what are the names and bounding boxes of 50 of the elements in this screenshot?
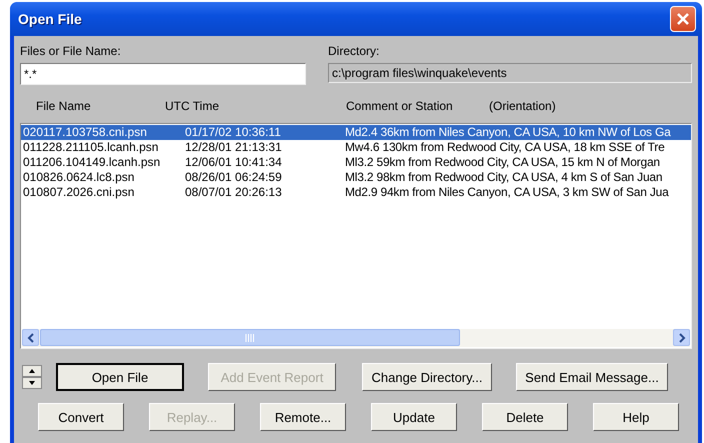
file-name-cell-text: 020117.103758.cni.psn	[22, 125, 148, 140]
dialog-button[interactable]: Remote...	[260, 403, 346, 431]
file-name-cell-text: 011228.211105.lcanh.psn	[22, 140, 160, 155]
scroll-left-button[interactable]	[22, 329, 39, 346]
field-label: Directory:	[328, 44, 380, 58]
file-row[interactable]: 010807.2026.cni.psn 08/07/01 20:26:13 Md2.9 94km from Niles Canyon, CA USA, 3 km SW of San Jua	[21, 185, 691, 200]
time-cell-text: 08/07/01 20:26:13	[185, 185, 283, 200]
chevron-right-icon	[678, 332, 686, 342]
file-name-cell-text: 010807.2026.cni.psn	[22, 185, 136, 200]
dialog-button[interactable]: Delete	[482, 403, 568, 431]
dialog-button[interactable]: Change Directory...	[362, 363, 492, 391]
down-triangle-icon	[29, 381, 35, 385]
comment-cell: Md2.4 36km from Niles Canyon, CA USA, 10 km NW of Los Ga	[345, 125, 671, 140]
dialog-button[interactable]: Convert	[38, 403, 124, 431]
scroll-thumb[interactable]	[40, 329, 460, 346]
comment-cell: Md2.9 94km from Niles Canyon, CA USA, 3 km SW of San Jua	[345, 185, 669, 200]
field-label: Files or File Name:	[20, 44, 122, 58]
time-cell-text: 12/28/01 21:13:31	[185, 140, 283, 155]
dialog-button[interactable]: Update	[371, 403, 457, 431]
dialog-button[interactable]: Help	[593, 403, 679, 431]
comment-cell: Ml3.2 59km from Redwood City, CA USA, 15 km N of Morgan	[345, 155, 660, 170]
column-header: UTC Time	[165, 99, 219, 113]
directory-field: c:\program files\winquake\events	[328, 63, 692, 83]
file-name-cell-text: 010826.0624.lc8.psn	[22, 170, 136, 185]
column-header: (Orientation)	[489, 99, 556, 113]
file-row[interactable]: 020117.103758.cni.psn 01/17/02 10:36:11 Md2.4 36km from Niles Canyon, CA USA, 10 km NW of Los Ga	[21, 125, 691, 140]
column-header: File Name	[36, 99, 91, 113]
up-triangle-icon	[29, 369, 35, 373]
horizontal-scrollbar[interactable]	[22, 329, 690, 347]
spin-up-button[interactable]	[22, 365, 42, 377]
chevron-left-icon	[26, 332, 34, 342]
window-title: Open File	[18, 11, 82, 27]
file-row[interactable]: 011206.104149.lcanh.psn 12/06/01 10:41:34 Ml3.2 59km from Redwood City, CA USA, 15 km N of Morgan	[21, 155, 691, 170]
comment-cell: Ml3.2 98km from Redwood City, CA USA, 4 km S of San Juan	[345, 170, 662, 185]
file-row[interactable]: 011228.211105.lcanh.psn 12/28/01 21:13:31 Mw4.6 130km from Redwood City, CA USA, 18 km SSE of Tre	[21, 140, 691, 155]
scroll-right-button[interactable]	[673, 329, 690, 346]
spin-down-button[interactable]	[22, 377, 42, 389]
dialog-button[interactable]: Send Email Message...	[516, 363, 668, 391]
comment-cell: Mw4.6 130km from Redwood City, CA USA, 18 km SSE of Tre	[345, 140, 665, 155]
grip-icon	[245, 334, 255, 342]
dialog-button[interactable]: Open File	[56, 363, 184, 391]
time-cell-text: 08/26/01 06:24:59	[185, 170, 283, 185]
file-row[interactable]: 010826.0624.lc8.psn 08/26/01 06:24:59 Ml3.2 98km from Redwood City, CA USA, 4 km S of San Juan	[21, 170, 691, 185]
close-button[interactable]	[670, 6, 696, 32]
column-header: Comment or Station	[346, 99, 453, 113]
time-cell-text: 01/17/02 10:36:11	[185, 125, 282, 140]
file-name-cell-text: 011206.104149.lcanh.psn	[22, 155, 162, 170]
close-icon	[676, 12, 690, 26]
file-name-field[interactable]: *.*	[20, 63, 306, 85]
time-cell-text: 12/06/01 10:41:34	[185, 155, 283, 170]
